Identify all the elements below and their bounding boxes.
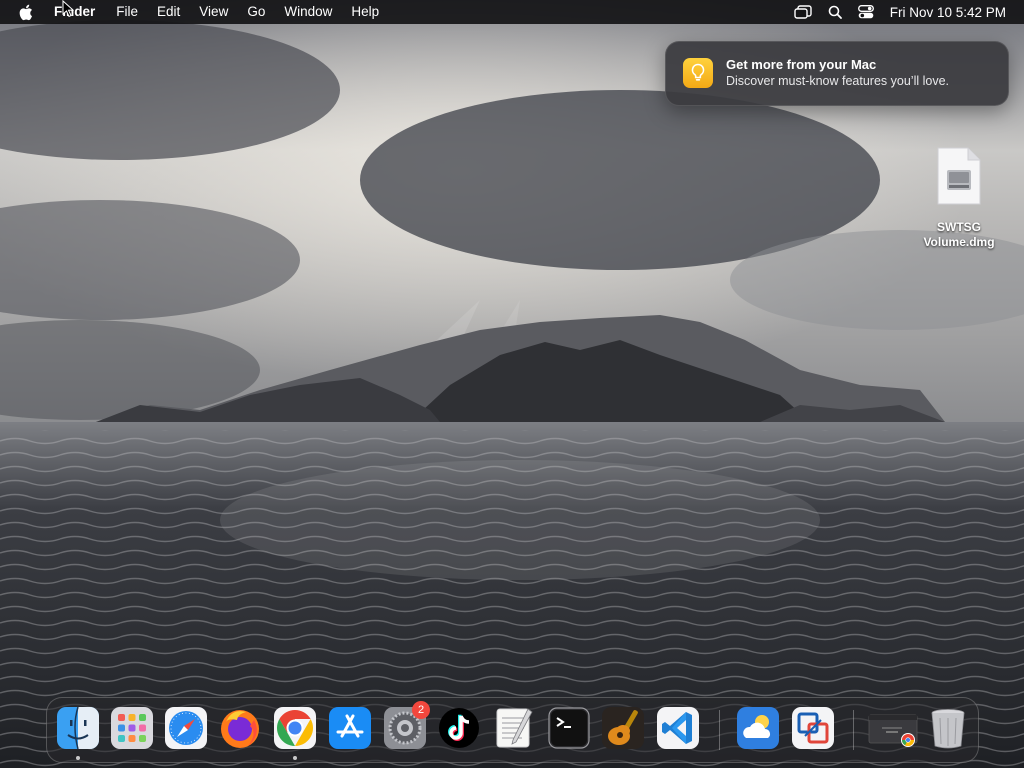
chrome-icon <box>274 707 316 749</box>
dock-firefox[interactable] <box>218 706 262 750</box>
desktop[interactable]: Finder File Edit View Go Window Help Fri… <box>0 0 1024 768</box>
dock-garageband[interactable] <box>601 706 645 750</box>
tips-lightbulb-icon <box>683 58 713 88</box>
dock-trash[interactable] <box>926 706 970 750</box>
menu-app-name[interactable]: Finder <box>54 0 95 24</box>
dock-textedit[interactable] <box>492 706 536 750</box>
file-label-line2: Volume.dmg <box>923 235 995 249</box>
desktop-file-swtsg-volume[interactable]: SWTSG Volume.dmg <box>916 146 1002 250</box>
menu-window[interactable]: Window <box>284 0 332 24</box>
dock-system-settings[interactable]: 2 <box>383 701 430 750</box>
apple-menu-icon[interactable] <box>18 3 36 21</box>
spotlight-search-icon[interactable] <box>828 5 842 19</box>
notification-body: Discover must-know features you’ll love. <box>726 74 949 88</box>
dock-safari[interactable] <box>164 706 208 750</box>
dock-app-store[interactable] <box>328 706 372 750</box>
menu-help[interactable]: Help <box>351 0 379 24</box>
launchpad-icon <box>111 707 153 749</box>
notification-title: Get more from your Mac <box>726 57 877 72</box>
safari-icon <box>165 707 207 749</box>
chrome-window-icon <box>868 714 918 747</box>
vscode-icon <box>657 707 699 749</box>
dock-vscode[interactable] <box>656 706 700 750</box>
dock-vmware[interactable] <box>791 706 835 750</box>
notification-banner[interactable]: Get more from your Mac Discover must-kno… <box>665 41 1009 106</box>
finder-running-indicator <box>76 756 80 760</box>
control-center-icon[interactable] <box>857 5 874 19</box>
menu-view[interactable]: View <box>199 0 228 24</box>
terminal-icon <box>548 707 590 749</box>
status-area: Fri Nov 10 5:42 PM <box>778 0 1006 24</box>
tiktok-icon <box>439 708 479 748</box>
dock-chrome-minimized-window[interactable] <box>868 706 918 750</box>
app-store-icon <box>329 707 371 749</box>
weather-icon <box>737 707 779 749</box>
dock-tiktok[interactable] <box>437 706 481 750</box>
disk-image-file-icon <box>937 147 981 205</box>
finder-icon <box>57 706 99 750</box>
dock: 2 <box>46 697 979 763</box>
stage-manager-icon[interactable] <box>794 5 812 19</box>
menu-bar-clock[interactable]: Fri Nov 10 5:42 PM <box>890 5 1006 20</box>
dock-launchpad[interactable] <box>110 706 154 750</box>
vmware-icon <box>792 707 834 749</box>
menu-go[interactable]: Go <box>247 0 265 24</box>
dock-finder[interactable] <box>56 706 100 750</box>
file-label-line1: SWTSG <box>937 220 981 234</box>
dock-separator <box>719 710 720 750</box>
trash-icon <box>931 709 965 749</box>
firefox-icon <box>221 710 259 748</box>
menu-file[interactable]: File <box>116 0 138 24</box>
dock-chrome[interactable] <box>273 706 317 750</box>
dock-separator-2 <box>853 710 854 750</box>
menu-bar: Finder File Edit View Go Window Help Fri… <box>0 0 1024 24</box>
wallpaper <box>0 0 1024 768</box>
garageband-icon <box>602 707 644 749</box>
settings-notification-badge: 2 <box>412 701 430 719</box>
desktop-file-label: SWTSG Volume.dmg <box>916 220 1002 250</box>
menu-edit[interactable]: Edit <box>157 0 180 24</box>
dock-terminal[interactable] <box>547 706 591 750</box>
mouse-cursor-icon <box>62 0 74 18</box>
textedit-icon <box>496 708 533 748</box>
dock-weather[interactable] <box>736 706 780 750</box>
chrome-running-indicator <box>293 756 297 760</box>
